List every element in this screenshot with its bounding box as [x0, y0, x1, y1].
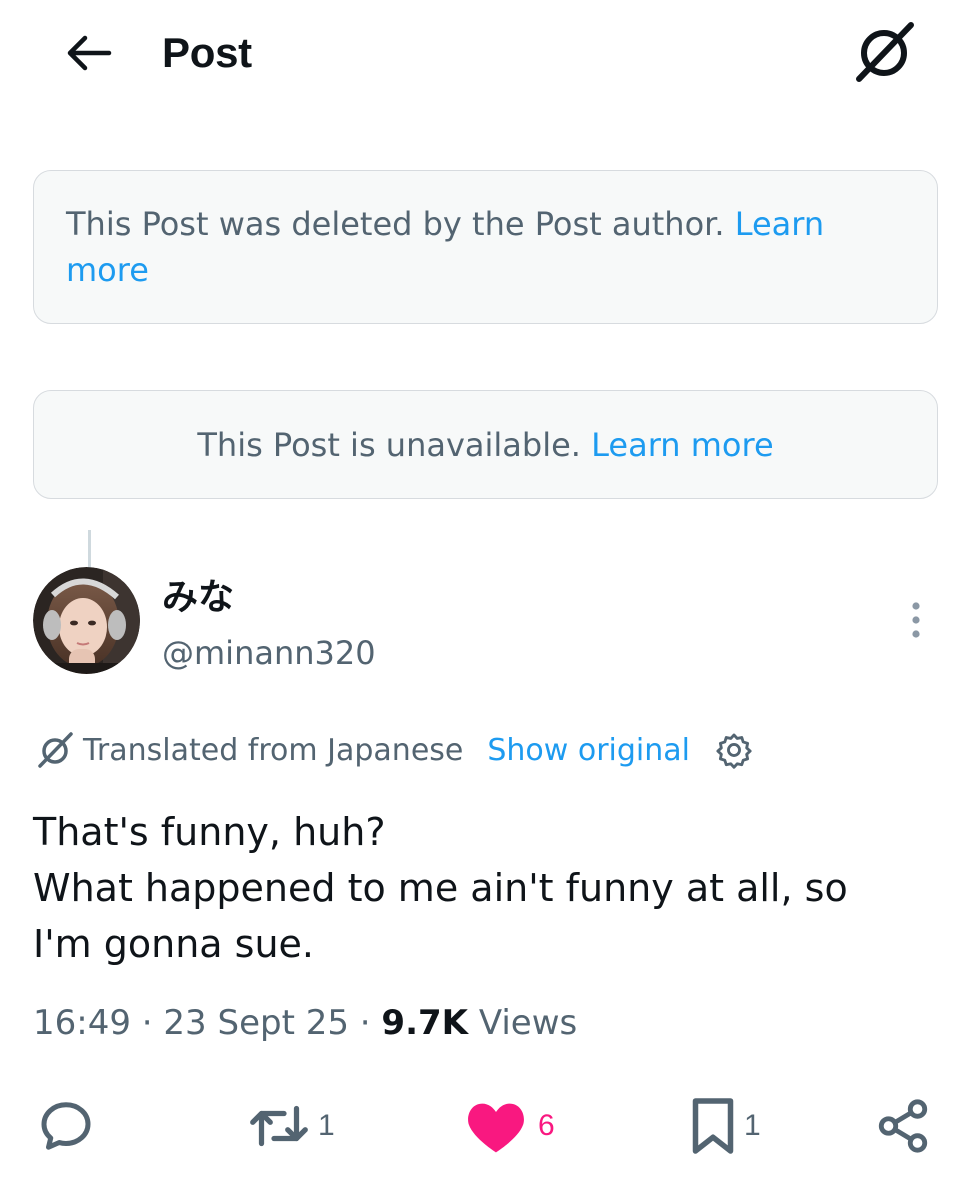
bookmark-icon: [692, 1098, 734, 1154]
deleted-post-notice: This Post was deleted by the Post author…: [33, 170, 938, 324]
translation-settings-button[interactable]: [714, 730, 754, 770]
repost-button[interactable]: 1: [246, 1094, 335, 1158]
author-handle[interactable]: @minann320: [162, 630, 376, 676]
page-title: Post: [162, 29, 252, 76]
share-button[interactable]: [874, 1094, 932, 1158]
arrow-left-icon: [67, 35, 112, 71]
post-meta: 16:49 · 23 Sept 25 · 9.7K Views: [33, 1000, 577, 1046]
translated-from-label: Translated from Japanese: [83, 732, 464, 768]
back-button[interactable]: [60, 30, 116, 76]
gear-icon: [716, 733, 752, 769]
heart-filled-icon: [468, 1103, 524, 1153]
show-original-link[interactable]: Show original: [487, 733, 690, 768]
unavailable-post-text: This Post is unavailable.: [197, 425, 581, 464]
post-text: That's funny, huh? What happened to me a…: [33, 804, 933, 972]
avatar-image: [33, 567, 140, 674]
meta-separator: ·: [359, 1003, 371, 1043]
avatar[interactable]: [33, 567, 140, 674]
translation-bar: Translated from Japanese Show original: [33, 727, 754, 773]
grok-translate-icon: [33, 728, 77, 772]
reply-button[interactable]: [36, 1094, 96, 1158]
post-time[interactable]: 16:49: [33, 1003, 131, 1043]
grok-icon: [856, 22, 914, 82]
reply-icon: [41, 1102, 91, 1150]
meta-separator: ·: [141, 1003, 153, 1043]
views-count[interactable]: 9.7K: [381, 1003, 468, 1043]
more-options-button[interactable]: [896, 598, 936, 642]
post-text-line: What happened to me ain't funny at all, …: [33, 866, 848, 910]
post-text-line: That's funny, huh?: [33, 810, 386, 854]
unavailable-post-notice: This Post is unavailable. Learn more: [33, 390, 938, 499]
like-button[interactable]: 6: [464, 1094, 555, 1158]
bookmark-button[interactable]: 1: [688, 1094, 761, 1158]
grok-button[interactable]: [848, 18, 920, 86]
deleted-post-text: This Post was deleted by the Post author…: [66, 205, 725, 243]
views-label[interactable]: Views: [479, 1003, 577, 1043]
bookmark-count: 1: [744, 1109, 761, 1142]
thread-connector-line: [88, 530, 91, 568]
share-icon: [878, 1099, 928, 1153]
more-vertical-icon: [912, 602, 920, 638]
author-display-name[interactable]: みな: [162, 574, 234, 620]
post-text-line: I'm gonna sue.: [33, 922, 314, 966]
repost-count: 1: [318, 1109, 335, 1142]
like-count: 6: [538, 1109, 555, 1142]
repost-icon: [250, 1105, 308, 1147]
learn-more-link[interactable]: Learn more: [591, 422, 774, 468]
post-date[interactable]: 23 Sept 25: [163, 1003, 349, 1043]
